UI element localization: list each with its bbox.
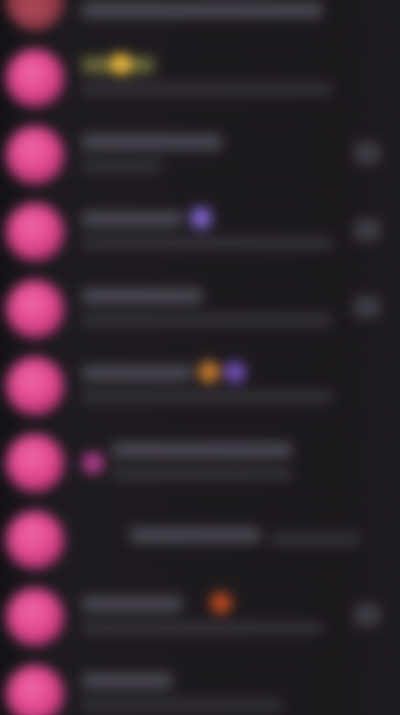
- avatar[interactable]: [6, 49, 64, 107]
- chat-row[interactable]: [0, 501, 400, 578]
- chat-title: [82, 288, 202, 304]
- avatar[interactable]: [6, 665, 64, 715]
- chat-meta: [354, 604, 380, 626]
- chat-list-screen: [0, 0, 400, 715]
- chat-meta: [354, 219, 380, 241]
- chat-row[interactable]: [0, 655, 400, 715]
- avatar[interactable]: [6, 588, 64, 646]
- avatar[interactable]: [6, 203, 64, 261]
- chat-row[interactable]: [0, 39, 400, 116]
- chat-subtitle: [82, 699, 282, 711]
- chat-title: [82, 673, 172, 689]
- avatar[interactable]: [6, 280, 64, 338]
- chat-row[interactable]: [0, 116, 400, 193]
- emoji-icon: [110, 53, 132, 75]
- emoji-icon: [82, 452, 104, 474]
- emoji-icon: [224, 361, 246, 383]
- avatar[interactable]: [6, 126, 64, 184]
- chat-subtitle: [82, 391, 332, 403]
- chat-subtitle: [82, 314, 332, 326]
- chat-row[interactable]: [0, 347, 400, 424]
- chat-row[interactable]: [0, 193, 400, 270]
- chat-row[interactable]: [0, 270, 400, 347]
- avatar[interactable]: [6, 357, 64, 415]
- avatar[interactable]: [6, 434, 64, 492]
- emoji-icon: [210, 592, 232, 614]
- chat-row[interactable]: [0, 0, 400, 39]
- avatar[interactable]: [6, 0, 64, 30]
- chat-meta: [354, 296, 380, 318]
- chat-subtitle: [82, 160, 162, 172]
- chat-subtitle: [82, 237, 332, 249]
- chat-subtitle: [82, 622, 322, 634]
- chat-list: [0, 0, 400, 715]
- chat-title: [82, 134, 222, 150]
- chat-subtitle: [112, 468, 292, 480]
- avatar[interactable]: [6, 511, 64, 569]
- emoji-icon: [190, 207, 212, 229]
- chat-title: [82, 2, 322, 18]
- chat-title: [82, 211, 182, 227]
- chat-subtitle: [270, 533, 360, 545]
- chat-row[interactable]: [0, 424, 400, 501]
- chat-meta: [354, 142, 380, 164]
- chat-title: [112, 442, 292, 458]
- chat-row[interactable]: [0, 578, 400, 655]
- chat-title: [130, 527, 260, 543]
- blurred-content: [0, 0, 400, 715]
- emoji-icon: [198, 361, 220, 383]
- chat-subtitle: [82, 83, 332, 95]
- chat-title: [82, 596, 182, 612]
- chat-title: [82, 365, 192, 381]
